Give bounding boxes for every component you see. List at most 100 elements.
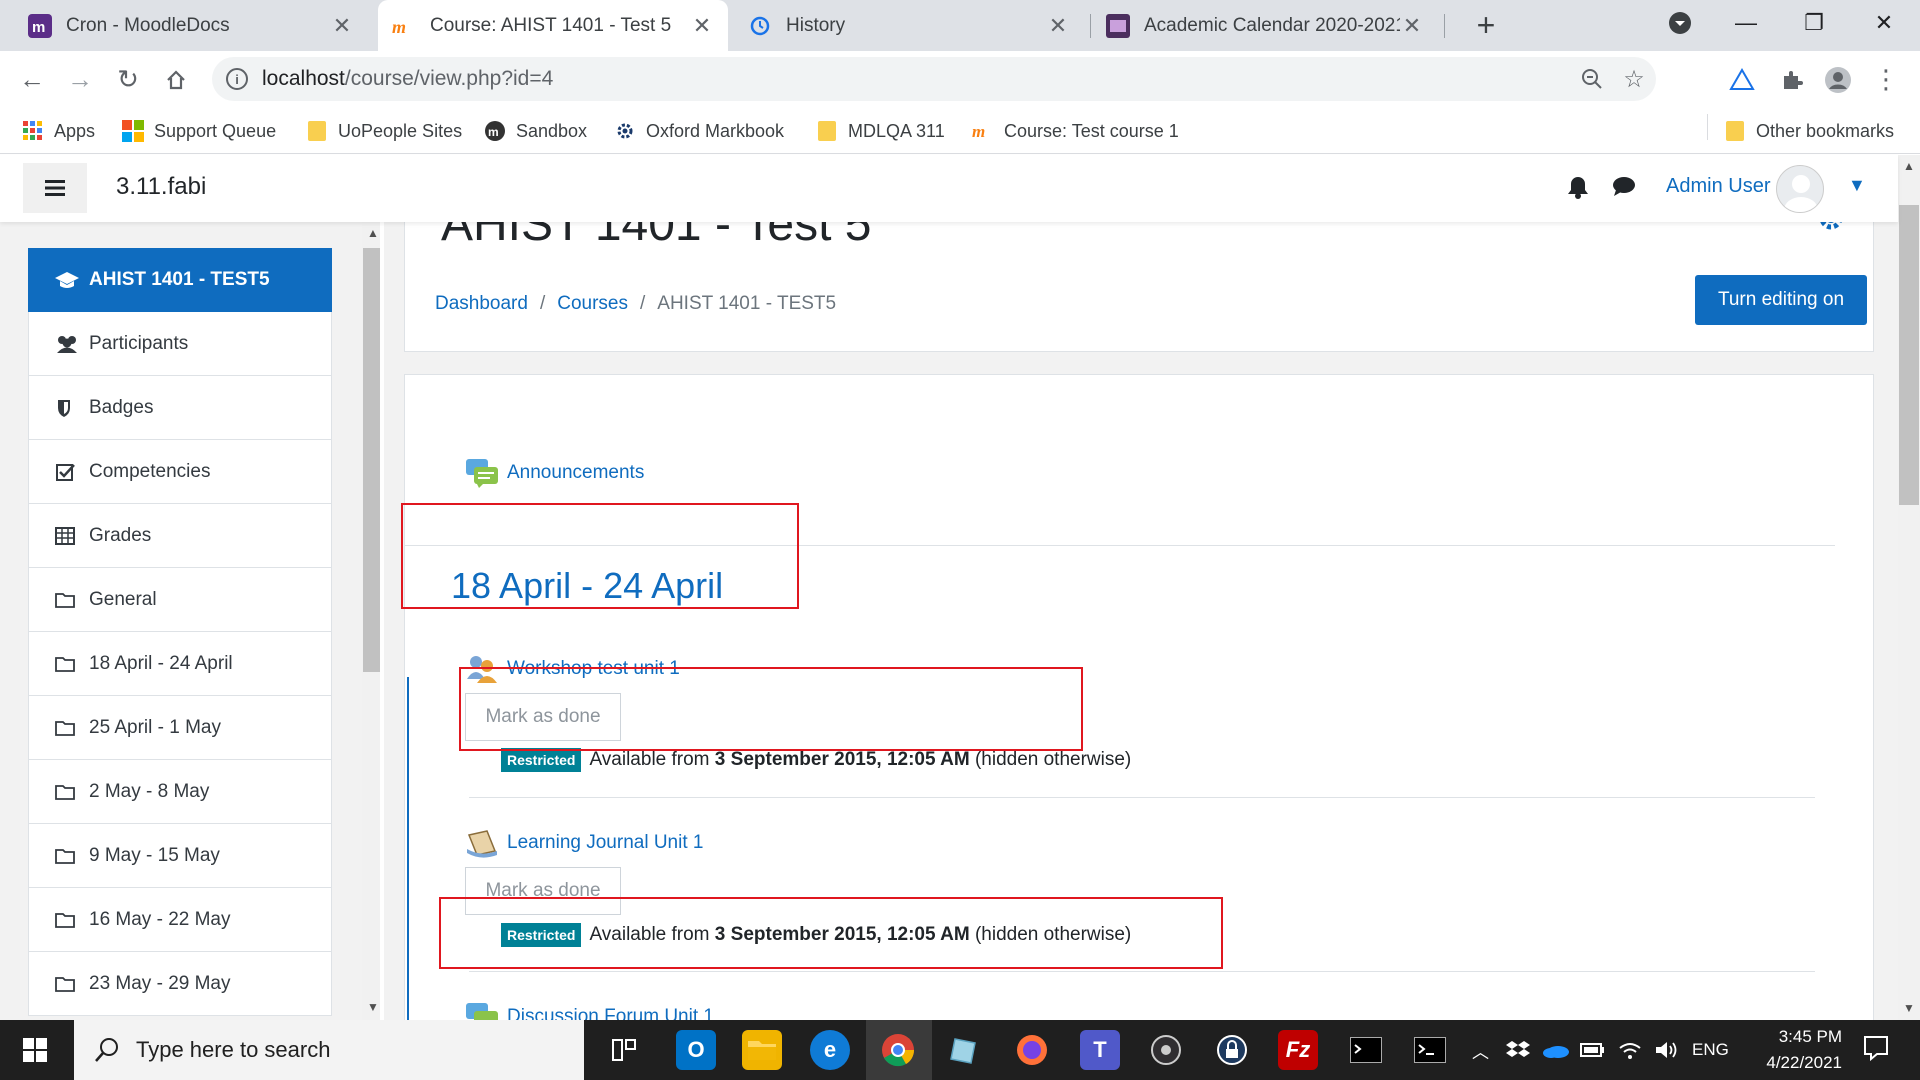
- new-tab-button[interactable]: +: [1466, 6, 1506, 44]
- user-avatar[interactable]: [1776, 165, 1824, 213]
- drawer-item-course-home[interactable]: AHIST 1401 - TEST5: [28, 248, 332, 312]
- drawer-item-section-1[interactable]: 18 April - 24 April: [28, 632, 332, 696]
- breadcrumb-dashboard[interactable]: Dashboard: [435, 293, 528, 315]
- course-settings-gear-icon[interactable]: [1817, 222, 1861, 240]
- close-tab-icon[interactable]: ✕: [330, 13, 354, 39]
- extensions-puzzle-icon[interactable]: [1770, 51, 1814, 108]
- restore-icon[interactable]: ❐: [1784, 0, 1844, 46]
- bookmark-other-bookmarks[interactable]: Other bookmarks: [1724, 108, 1894, 154]
- address-bar[interactable]: i localhost/course/view.php?id=4 ☆: [212, 57, 1656, 101]
- home-icon[interactable]: [154, 51, 198, 108]
- page-scroll-thumb[interactable]: [1899, 205, 1919, 505]
- file-explorer-icon[interactable]: [742, 1030, 782, 1070]
- journal-icon: [467, 830, 497, 858]
- activity-announcements[interactable]: Announcements: [465, 457, 644, 489]
- forward-icon[interactable]: →: [58, 51, 102, 108]
- extension-drive-icon[interactable]: [1720, 51, 1764, 108]
- close-window-icon[interactable]: ✕: [1854, 0, 1914, 46]
- system-clock[interactable]: 3:45 PM 4/22/2021: [1732, 1024, 1842, 1076]
- bookmark-sandbox[interactable]: m Sandbox: [484, 108, 587, 154]
- breadcrumb-current[interactable]: AHIST 1401 - TEST5: [657, 293, 836, 315]
- tab-academic-calendar[interactable]: Academic Calendar 2020-2021 | U ✕: [1092, 0, 1438, 51]
- close-tab-icon[interactable]: ✕: [1400, 13, 1424, 39]
- onedrive-icon[interactable]: [1542, 1020, 1570, 1080]
- language-indicator[interactable]: ENG: [1692, 1020, 1729, 1080]
- drawer-item-grades[interactable]: Grades: [28, 504, 332, 568]
- teams-icon[interactable]: T: [1080, 1030, 1120, 1070]
- drawer-scroll-thumb[interactable]: [363, 248, 380, 672]
- drawer-item-participants[interactable]: Participants: [28, 312, 332, 376]
- activity-link[interactable]: Learning Journal Unit 1: [507, 832, 703, 854]
- notifications-bell-icon[interactable]: [1567, 175, 1589, 205]
- drawer-item-section-6[interactable]: 23 May - 29 May: [28, 952, 332, 1016]
- activity-discussion-forum[interactable]: Discussion Forum Unit 1: [465, 1001, 714, 1020]
- windows-start-icon[interactable]: [0, 1020, 70, 1080]
- browser-menu-icon[interactable]: ⋮: [1864, 51, 1908, 108]
- svg-text:m: m: [972, 122, 985, 141]
- drawer-item-competencies[interactable]: Competencies: [28, 440, 332, 504]
- bookmark-mdlqa-311[interactable]: MDLQA 311: [816, 108, 945, 154]
- chrome-icon[interactable]: [878, 1030, 918, 1070]
- filezilla-icon[interactable]: Fz: [1278, 1030, 1318, 1070]
- back-icon[interactable]: ←: [10, 51, 54, 108]
- terminal-icon[interactable]: [1410, 1030, 1450, 1070]
- reload-icon[interactable]: ↻: [106, 51, 150, 108]
- task-view-icon[interactable]: [604, 1030, 644, 1070]
- bookmark-apps[interactable]: Apps: [22, 108, 95, 154]
- bookmark-star-icon[interactable]: ☆: [1614, 57, 1654, 101]
- drawer-item-section-2[interactable]: 25 April - 1 May: [28, 696, 332, 760]
- bookmark-oxford-markbook[interactable]: Oxford Markbook: [614, 108, 784, 154]
- site-name[interactable]: 3.11.fabi: [116, 173, 206, 201]
- scroll-up-arrow-icon[interactable]: ▲: [1898, 159, 1920, 173]
- show-hidden-icons-icon[interactable]: ︿: [1472, 1020, 1489, 1080]
- wifi-icon[interactable]: [1618, 1020, 1642, 1080]
- annotation-box: [459, 667, 1083, 751]
- scroll-down-arrow-icon[interactable]: ▼: [1898, 1001, 1920, 1015]
- clock-time: 3:45 PM: [1778, 1027, 1842, 1046]
- activity-link[interactable]: Discussion Forum Unit 1: [507, 1006, 714, 1020]
- moodledocs-icon: m: [28, 13, 52, 38]
- scroll-down-arrow-icon[interactable]: ▼: [362, 1000, 380, 1014]
- close-tab-icon[interactable]: ✕: [1046, 13, 1070, 39]
- notes-app-icon[interactable]: [944, 1030, 984, 1070]
- site-info-icon[interactable]: i: [226, 68, 248, 90]
- drawer-item-section-4[interactable]: 9 May - 15 May: [28, 824, 332, 888]
- close-tab-icon[interactable]: ✕: [690, 13, 714, 39]
- minimize-icon[interactable]: —: [1716, 0, 1776, 46]
- tab-course-ahist[interactable]: m Course: AHIST 1401 - Test 5 ✕: [378, 0, 728, 51]
- drawer-item-general[interactable]: General: [28, 568, 332, 632]
- breadcrumb-courses[interactable]: Courses: [557, 293, 628, 315]
- drawer-item-badges[interactable]: Badges: [28, 376, 332, 440]
- tab-cron-moodledocs[interactable]: m Cron - MoodleDocs ✕: [14, 0, 368, 51]
- page-scrollbar[interactable]: ▲ ▼: [1898, 155, 1920, 1020]
- firefox-icon[interactable]: [1012, 1030, 1052, 1070]
- tab-history[interactable]: History ✕: [734, 0, 1084, 51]
- drawer-item-section-3[interactable]: 2 May - 8 May: [28, 760, 332, 824]
- obs-icon[interactable]: [1146, 1030, 1186, 1070]
- user-menu-caret-icon[interactable]: ▼: [1848, 175, 1866, 196]
- lock-app-icon[interactable]: [1212, 1030, 1252, 1070]
- activity-learning-journal[interactable]: Learning Journal Unit 1: [465, 827, 703, 859]
- dropbox-icon[interactable]: [1506, 1020, 1530, 1080]
- tab-search-icon[interactable]: [1650, 0, 1710, 46]
- messages-chat-icon[interactable]: [1612, 175, 1636, 203]
- drawer-toggle-button[interactable]: [23, 163, 87, 213]
- outlook-icon[interactable]: O: [676, 1030, 716, 1070]
- notifications-icon[interactable]: [1862, 1034, 1890, 1067]
- bookmark-uopeople-sites[interactable]: UoPeople Sites: [306, 108, 462, 154]
- scroll-up-arrow-icon[interactable]: ▲: [362, 226, 380, 240]
- drawer-item-section-5[interactable]: 16 May - 22 May: [28, 888, 332, 952]
- profile-icon[interactable]: [1816, 51, 1860, 108]
- command-prompt-icon[interactable]: [1346, 1030, 1386, 1070]
- bookmark-support-queue[interactable]: Support Queue: [122, 108, 276, 154]
- bookmark-course-test-course-1[interactable]: m Course: Test course 1: [972, 108, 1179, 154]
- drawer-scrollbar[interactable]: ▲ ▼: [362, 222, 380, 1020]
- zoom-icon[interactable]: [1572, 57, 1612, 101]
- user-name[interactable]: Admin User: [1666, 175, 1770, 198]
- edge-icon[interactable]: e: [810, 1030, 850, 1070]
- taskbar-search-box[interactable]: Type here to search: [74, 1020, 584, 1080]
- turn-editing-on-button[interactable]: Turn editing on: [1695, 275, 1867, 325]
- battery-icon[interactable]: [1580, 1020, 1606, 1080]
- volume-icon[interactable]: [1654, 1020, 1678, 1080]
- activity-link[interactable]: Announcements: [507, 462, 644, 484]
